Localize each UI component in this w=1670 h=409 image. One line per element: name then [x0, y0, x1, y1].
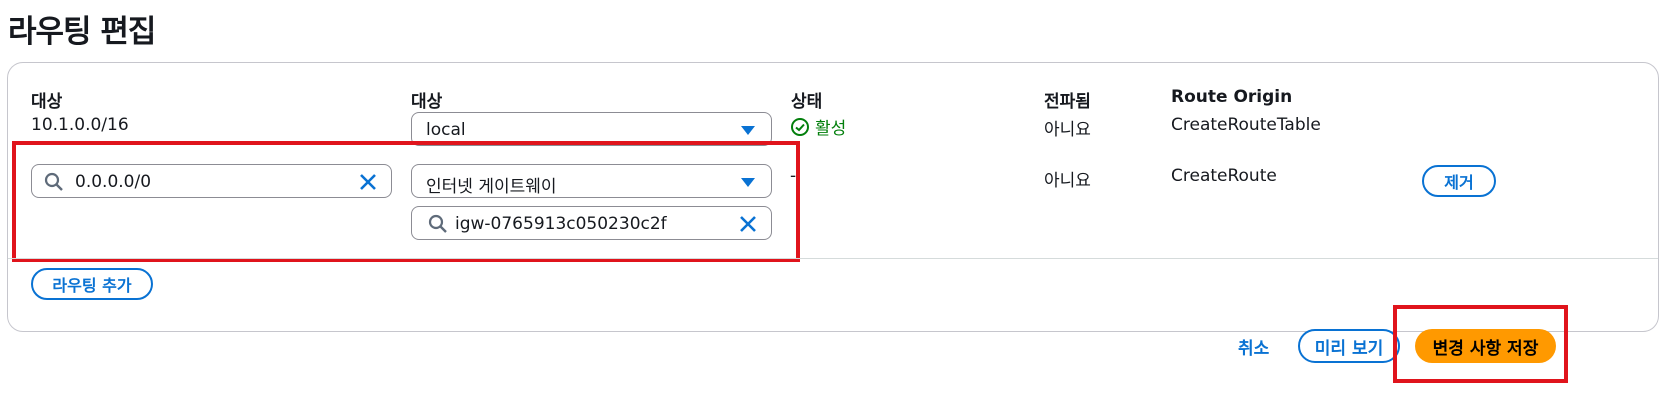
route-2-route-origin: CreateRoute	[1171, 166, 1277, 186]
caret-down-icon	[741, 126, 755, 135]
header-destination: 대상	[31, 92, 63, 112]
cancel-button[interactable]: 취소	[1238, 334, 1269, 359]
route-2-propagated: 아니요	[1044, 171, 1091, 191]
header-route-origin: Route Origin	[1171, 87, 1293, 107]
header-status: 상태	[791, 92, 823, 112]
remove-route-button[interactable]: 제거	[1422, 165, 1496, 197]
preview-button[interactable]: 미리 보기	[1298, 329, 1400, 363]
page-title: 라우팅 편집	[8, 14, 156, 50]
route-1-destination: 10.1.0.0/16	[31, 115, 129, 135]
route-1-target-value: local	[426, 120, 466, 140]
highlight-box-route	[12, 141, 800, 262]
route-1-route-origin: CreateRouteTable	[1171, 115, 1321, 135]
route-1-propagated: 아니요	[1044, 120, 1091, 140]
check-circle-icon	[791, 117, 809, 136]
highlight-box-save	[1393, 305, 1568, 383]
divider	[8, 258, 1658, 259]
route-1-status: 활성	[790, 114, 846, 139]
add-route-button[interactable]: 라우팅 추가	[31, 268, 153, 300]
header-target: 대상	[411, 92, 443, 112]
header-propagated: 전파됨	[1044, 92, 1091, 112]
route-1-status-text: 활성	[815, 119, 847, 139]
